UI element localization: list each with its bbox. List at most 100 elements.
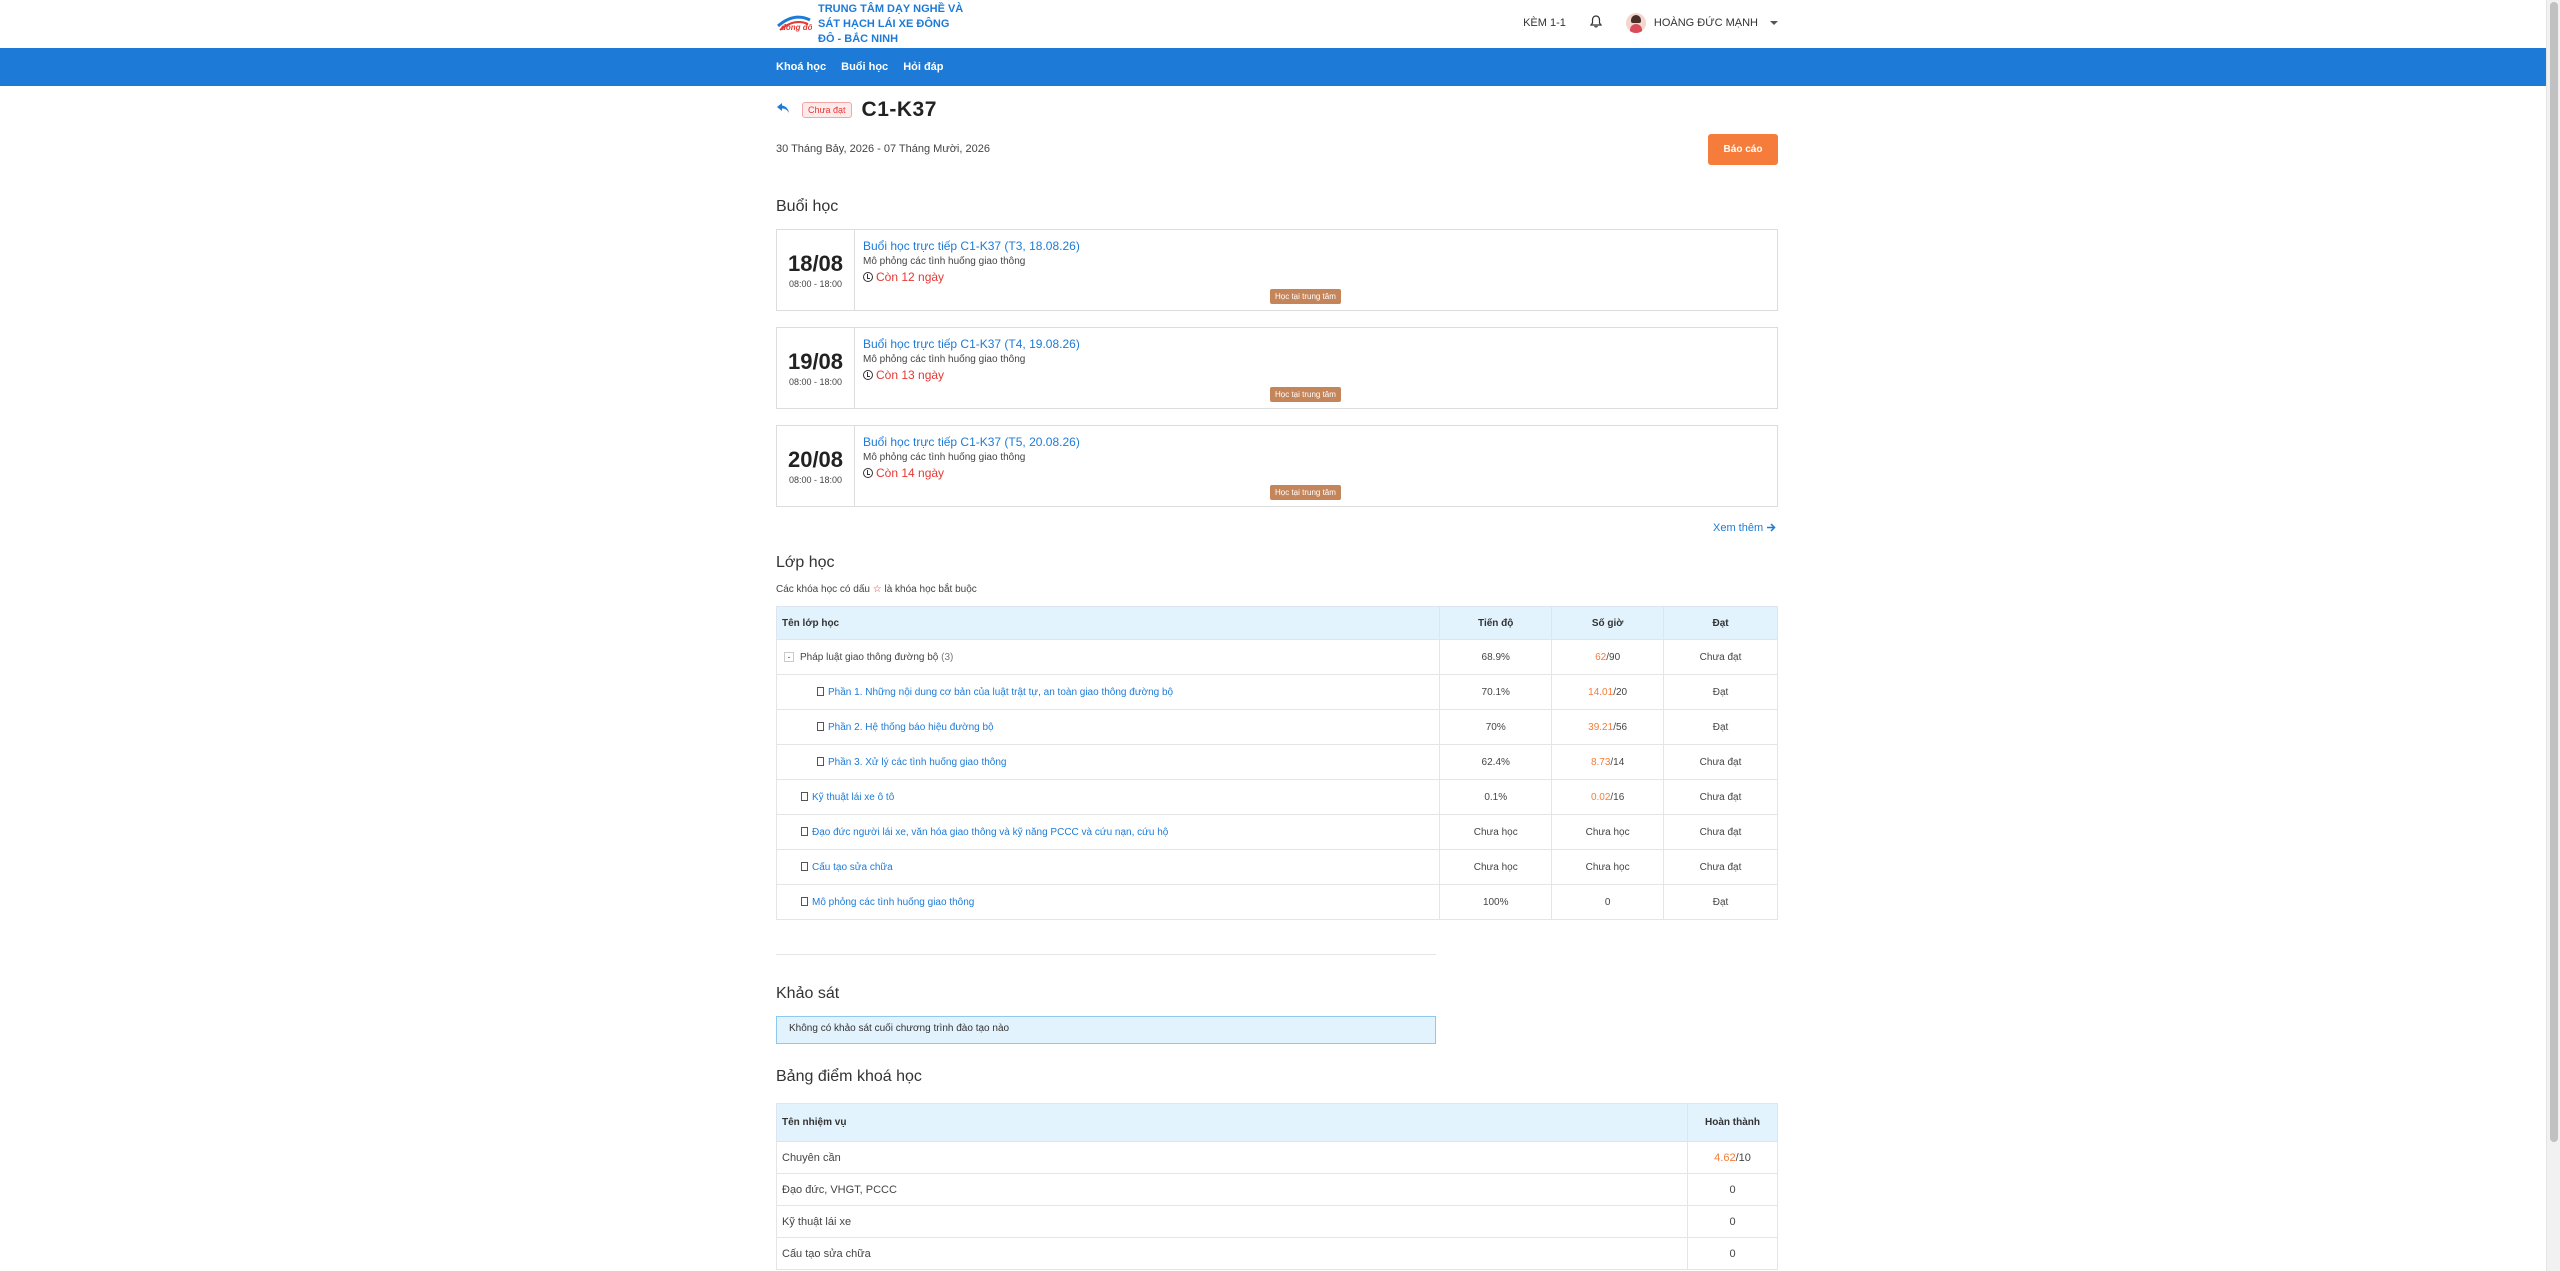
table-row: - Pháp luật giao thông đường bộ (3) 68.9%… xyxy=(775,639,1778,675)
class-link[interactable]: Đạo đức người lái xe, văn hóa giao thông… xyxy=(812,827,1168,838)
class-link[interactable]: Mô phỏng các tình huống giao thông xyxy=(812,897,974,908)
task-score: 0 xyxy=(1687,1173,1778,1206)
main-nav: Khoá học Buổi học Hỏi đáp xyxy=(0,48,2546,86)
col-header-hours: Số giờ xyxy=(1551,606,1665,640)
document-icon xyxy=(801,896,808,906)
class-pass: Chưa đạt xyxy=(1663,744,1778,780)
chevron-down-icon xyxy=(1770,21,1778,25)
star-icon: ☆ xyxy=(872,584,882,595)
report-button[interactable]: Báo cáo xyxy=(1708,134,1778,165)
class-link[interactable]: Phần 2. Hệ thống báo hiệu đường bộ xyxy=(828,722,994,733)
session-day: 19/08 xyxy=(787,349,844,374)
class-progress: 100% xyxy=(1439,884,1552,920)
required-note: Các khóa học có dấu ☆ là khóa học bắt bu… xyxy=(776,584,977,595)
session-remaining: Còn 14 ngày xyxy=(863,465,1769,481)
logo[interactable]: đông đô TRUNG TÂM DẠY NGHỀ VÀ SÁT HẠCH L… xyxy=(776,0,968,48)
sessions-heading: Buổi học xyxy=(776,198,839,215)
session-desc: Mô phỏng các tình huống giao thông xyxy=(863,354,1026,365)
collapse-icon[interactable]: - xyxy=(784,651,794,662)
task-name: Đạo đức, VHGT, PCCC xyxy=(775,1173,1689,1206)
class-name: Pháp luật giao thông đường bộ xyxy=(800,651,939,663)
class-pass: Chưa đạt xyxy=(1663,849,1778,885)
scrollbar-thumb[interactable] xyxy=(2550,2,2558,1142)
task-score: 4.62/10 xyxy=(1687,1141,1778,1174)
class-hours: Chưa học xyxy=(1551,814,1664,850)
class-pass: Đạt xyxy=(1663,674,1778,710)
org-name: TRUNG TÂM DẠY NGHỀ VÀ SÁT HẠCH LÁI XE ĐÔ… xyxy=(818,2,964,45)
session-card[interactable]: 18/08 08:00 - 18:00 Buổi học trực tiếp C… xyxy=(776,229,1778,311)
session-tag: Học tại trung tâm xyxy=(1270,289,1341,304)
class-table: Tên lớp học Tiến độ Số giờ Đạt - Pháp luậ… xyxy=(775,606,1778,920)
table-row: Cấu tạo sửa chữa Chưa học Chưa học Chưa … xyxy=(775,849,1778,885)
class-progress: 68.9% xyxy=(1439,639,1552,675)
top-header: đông đô TRUNG TÂM DẠY NGHỀ VÀ SÁT HẠCH L… xyxy=(0,0,2560,48)
col-header-name: Tên lớp học xyxy=(775,606,1441,640)
class-hours: Chưa học xyxy=(1551,849,1664,885)
session-name-link[interactable]: Buổi học trực tiếp C1-K37 (T5, 20.08.26) xyxy=(863,434,1769,450)
class-progress: 70% xyxy=(1439,709,1552,745)
survey-heading: Khảo sát xyxy=(776,985,840,1002)
task-name: Cấu tạo sửa chữa xyxy=(775,1237,1689,1270)
back-arrow-icon[interactable] xyxy=(776,102,792,118)
clock-icon xyxy=(863,468,873,478)
class-pass: Chưa đạt xyxy=(1663,814,1778,850)
bell-icon[interactable] xyxy=(1589,15,1603,31)
clock-icon xyxy=(863,272,873,282)
user-name: HOÀNG ĐỨC MẠNH xyxy=(1653,17,1758,29)
see-more-link[interactable]: Xem thêm xyxy=(1713,522,1776,534)
session-time: 08:00 - 18:00 xyxy=(788,377,843,387)
class-hours: 14.01/20 xyxy=(1551,674,1664,710)
page-scrollbar[interactable] xyxy=(2546,0,2560,1271)
task-name: Kỹ thuật lái xe xyxy=(775,1205,1689,1238)
scores-heading: Bảng điểm khoá học xyxy=(776,1068,922,1085)
class-pass: Đạt xyxy=(1663,884,1778,920)
clock-icon xyxy=(863,370,873,380)
class-pass: Chưa đạt xyxy=(1663,639,1778,675)
class-link[interactable]: Phần 3. Xử lý các tình huống giao thông xyxy=(828,757,1007,768)
arrow-right-icon xyxy=(1767,523,1776,532)
task-name: Chuyên cần xyxy=(775,1141,1689,1174)
table-row: Mô phỏng các tình huống giao thông 100% … xyxy=(775,884,1778,920)
class-pass: Chưa đạt xyxy=(1663,779,1778,815)
session-remaining: Còn 13 ngày xyxy=(863,367,1769,383)
class-progress: 70.1% xyxy=(1439,674,1552,710)
table-row: Kỹ thuật lái xe ô tô 0.1% 0.02/16 Chưa đ… xyxy=(775,779,1778,815)
col-header-progress: Tiến độ xyxy=(1439,606,1553,640)
nav-item-courses[interactable]: Khoá học xyxy=(776,61,826,73)
session-desc: Mô phỏng các tình huống giao thông xyxy=(863,452,1026,463)
session-card[interactable]: 20/08 08:00 - 18:00 Buổi học trực tiếp C… xyxy=(776,425,1778,507)
class-hours: 62/90 xyxy=(1551,639,1664,675)
nav-item-sessions[interactable]: Buổi học xyxy=(841,61,888,73)
document-icon xyxy=(801,861,808,871)
class-link[interactable]: Kỹ thuật lái xe ô tô xyxy=(812,792,894,803)
session-remaining: Còn 12 ngày xyxy=(863,269,1769,285)
session-date: 18/08 08:00 - 18:00 xyxy=(777,230,855,310)
svg-text:đông đô: đông đô xyxy=(781,23,812,32)
session-time: 08:00 - 18:00 xyxy=(788,475,843,485)
class-link[interactable]: Cấu tạo sửa chữa xyxy=(812,862,893,873)
survey-alert: Không có khảo sát cuối chương trình đào … xyxy=(776,1016,1436,1044)
col-header-done: Hoàn thành xyxy=(1687,1103,1778,1142)
table-row: Kỹ thuật lái xe 0 xyxy=(775,1205,1778,1238)
session-card[interactable]: 19/08 08:00 - 18:00 Buổi học trực tiếp C… xyxy=(776,327,1778,409)
logo-icon: đông đô xyxy=(776,10,813,38)
class-pass: Đạt xyxy=(1663,709,1778,745)
class-hours: 0 xyxy=(1551,884,1664,920)
nav-item-qa[interactable]: Hỏi đáp xyxy=(903,61,943,73)
session-name-link[interactable]: Buổi học trực tiếp C1-K37 (T3, 18.08.26) xyxy=(863,238,1769,254)
document-icon xyxy=(817,686,824,696)
session-name-link[interactable]: Buổi học trực tiếp C1-K37 (T4, 19.08.26) xyxy=(863,336,1769,352)
document-icon xyxy=(801,826,808,836)
col-header-pass: Đạt xyxy=(1663,606,1778,640)
table-row: Phần 3. Xử lý các tình huống giao thông … xyxy=(775,744,1778,780)
divider xyxy=(776,954,1436,955)
table-row: Đạo đức, VHGT, PCCC 0 xyxy=(775,1173,1778,1206)
page-title: C1-K37 xyxy=(861,98,937,121)
document-icon xyxy=(801,791,808,801)
document-icon xyxy=(817,756,824,766)
task-score: 0 xyxy=(1687,1237,1778,1270)
user-menu[interactable]: HOÀNG ĐỨC MẠNH xyxy=(1625,13,1778,33)
class-link[interactable]: Phần 1. Những nội dung cơ bản của luật t… xyxy=(828,687,1173,698)
session-tag: Học tại trung tâm xyxy=(1270,387,1341,402)
ke-label[interactable]: KÈM 1-1 xyxy=(1523,17,1566,29)
